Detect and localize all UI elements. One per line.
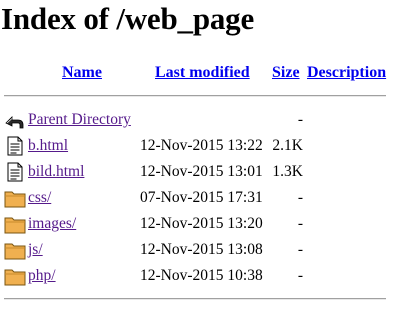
list-item: js/ 12-Nov-2015 13:08 - [0, 237, 420, 263]
column-header-description[interactable]: Description [307, 63, 386, 83]
entry-size: - [297, 111, 303, 128]
entry-name-link[interactable]: php/ [28, 266, 56, 286]
entry-size: - [297, 215, 303, 232]
folder-icon [4, 188, 26, 208]
entry-name-link[interactable]: Parent Directory [28, 110, 131, 130]
folder-icon [4, 240, 26, 260]
list-item: bild.html 12-Nov-2015 13:01 1.3K [0, 159, 420, 185]
column-header-last-modified[interactable]: Last modified [155, 63, 250, 83]
entry-name-link[interactable]: css/ [28, 188, 51, 208]
entry-size: - [297, 267, 303, 284]
entry-modified: 12-Nov-2015 13:20 [140, 215, 263, 232]
entry-size: - [297, 241, 303, 258]
file-icon [4, 162, 26, 182]
column-header-size[interactable]: Size [272, 63, 300, 83]
entry-size: - [297, 189, 303, 206]
entry-name-link[interactable]: images/ [28, 214, 76, 234]
page-title: Index of /web_page [1, 1, 255, 36]
folder-icon [4, 266, 26, 286]
list-item: b.html 12-Nov-2015 13:22 2.1K [0, 133, 420, 159]
file-icon [4, 136, 26, 156]
entry-name-link[interactable]: b.html [28, 136, 68, 156]
entry-modified: 12-Nov-2015 13:22 [140, 137, 263, 154]
entry-modified: 12-Nov-2015 13:08 [140, 241, 263, 258]
entry-modified: 07-Nov-2015 17:31 [140, 189, 263, 206]
top-divider [4, 95, 386, 97]
entry-size: 1.3K [272, 163, 303, 180]
entry-modified: 12-Nov-2015 13:01 [140, 163, 263, 180]
bottom-divider [4, 298, 386, 300]
list-item: Parent Directory - [0, 107, 420, 133]
parent-directory-icon [4, 110, 26, 130]
entry-size: 2.1K [272, 137, 303, 154]
folder-icon [4, 214, 26, 234]
list-item: images/ 12-Nov-2015 13:20 - [0, 211, 420, 237]
column-header-name[interactable]: Name [62, 63, 102, 83]
list-item: php/ 12-Nov-2015 10:38 - [0, 263, 420, 289]
entry-name-link[interactable]: js/ [28, 240, 43, 260]
list-item: css/ 07-Nov-2015 17:31 - [0, 185, 420, 211]
entry-name-link[interactable]: bild.html [28, 162, 84, 182]
entry-modified: 12-Nov-2015 10:38 [140, 267, 263, 284]
